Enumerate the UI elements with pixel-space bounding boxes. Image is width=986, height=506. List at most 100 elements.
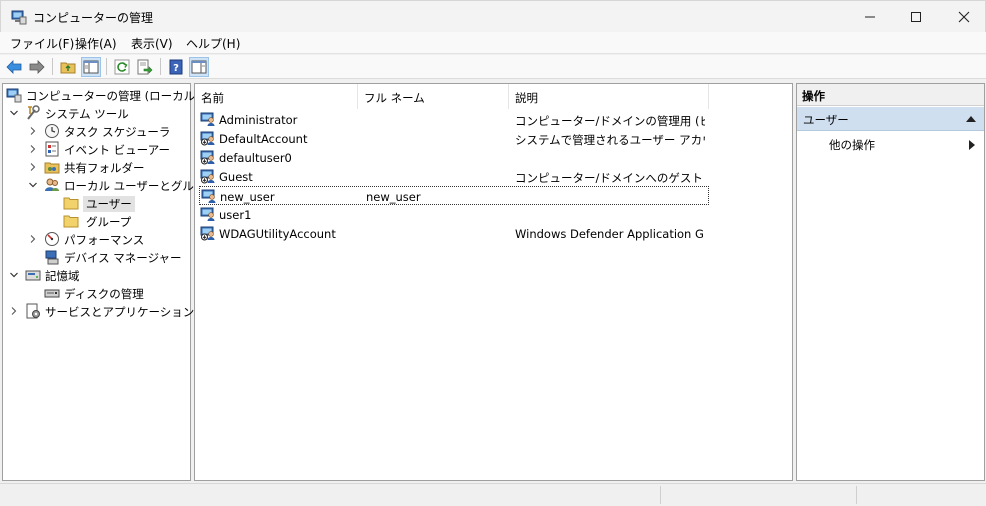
show-hide-tree-icon — [83, 60, 99, 74]
services-icon — [26, 303, 40, 319]
status-segment — [856, 486, 986, 504]
cell-description: システムで管理されるユーザー アカウン… — [515, 133, 705, 147]
table-row[interactable]: Administrator コンピューター/ドメインの管理用 (ビルト… — [199, 110, 709, 129]
cell-name: Administrator — [219, 113, 298, 127]
tree-item-users[interactable]: ユーザー — [3, 194, 188, 212]
toolbar-separator — [160, 58, 161, 75]
computer-management-icon — [6, 88, 22, 103]
menu-action[interactable]: 操作(A) — [75, 35, 117, 52]
forward-arrow-icon — [29, 60, 45, 74]
svg-text:?: ? — [173, 63, 179, 74]
chevron-right-icon[interactable] — [9, 306, 19, 316]
computer-management-icon — [11, 10, 27, 25]
chevron-right-icon[interactable] — [28, 126, 38, 136]
tree-label: ディスクの管理 — [64, 287, 144, 301]
tree-label: グループ — [86, 215, 132, 229]
more-actions-label: 他の操作 — [829, 138, 875, 152]
submenu-arrow-icon — [969, 140, 975, 150]
cell-description: コンピューター/ドメインへのゲスト アクセ… — [515, 171, 705, 185]
table-row[interactable]: defaultuser0 — [199, 148, 709, 167]
refresh-icon — [114, 59, 130, 75]
maximize-button[interactable] — [893, 1, 939, 33]
device-manager-icon — [45, 250, 59, 265]
tree-label: 共有フォルダー — [64, 161, 145, 175]
tree-item-root[interactable]: コンピューターの管理 (ローカル) — [3, 86, 200, 104]
up-folder-button[interactable] — [58, 57, 78, 77]
user-list-view[interactable]: 名前 フル ネーム 説明 Administrator コンピューター/ドメインの管… — [194, 83, 793, 481]
tree-item-groups[interactable]: グループ — [3, 212, 188, 230]
chevron-down-icon[interactable] — [9, 270, 19, 280]
tree-label: 記憶域 — [45, 269, 80, 283]
tree-item-event-viewer[interactable]: イベント ビューアー — [3, 140, 188, 158]
menu-view[interactable]: 表示(V) — [131, 35, 173, 52]
tree-label: タスク スケジューラ — [64, 125, 171, 139]
tree-item-task-scheduler[interactable]: タスク スケジューラ — [3, 122, 188, 140]
tree-item-shared-folders[interactable]: 共有フォルダー — [3, 158, 188, 176]
chevron-down-icon[interactable] — [9, 108, 19, 118]
users-group-icon — [45, 178, 59, 191]
table-row[interactable]: Guest コンピューター/ドメインへのゲスト アクセ… — [199, 167, 709, 186]
title-bar: コンピューターの管理 — [0, 0, 986, 32]
tree-item-device-manager[interactable]: デバイス マネージャー — [3, 248, 188, 266]
forward-button[interactable] — [27, 57, 47, 77]
column-header-description[interactable]: 説明 — [509, 84, 709, 109]
user-icon — [201, 189, 216, 203]
clock-icon — [45, 124, 59, 138]
table-row[interactable]: new_user new_user — [199, 186, 709, 205]
column-header-name[interactable]: 名前 — [195, 84, 358, 109]
tree-item-services-apps[interactable]: サービスとアプリケーション — [3, 302, 194, 320]
minimize-icon — [865, 16, 875, 18]
back-button[interactable] — [4, 57, 24, 77]
tree-item-system-tools[interactable]: システム ツール — [3, 104, 188, 122]
event-viewer-icon — [45, 141, 59, 157]
show-hide-action-pane-button[interactable] — [189, 57, 209, 77]
cell-name: new_user — [220, 190, 275, 204]
help-button[interactable]: ? — [166, 57, 186, 77]
collapse-up-icon[interactable] — [966, 115, 976, 123]
tree-label: サービスとアプリケーション — [45, 305, 195, 319]
chevron-right-icon[interactable] — [28, 234, 38, 244]
cell-description: コンピューター/ドメインの管理用 (ビルト… — [515, 114, 705, 128]
actions-pane: 操作 ユーザー 他の操作 — [796, 83, 985, 481]
tree-label: コンピューターの管理 (ローカル) — [26, 89, 200, 103]
toolbar: ? — [0, 55, 986, 79]
more-actions-item[interactable]: 他の操作 — [829, 137, 875, 153]
disabled-user-icon — [200, 226, 215, 241]
back-arrow-icon — [6, 60, 22, 74]
table-row[interactable]: WDAGUtilityAccount Windows Defender Appli… — [199, 224, 709, 243]
disabled-user-icon — [200, 169, 215, 184]
chevron-down-icon[interactable] — [28, 180, 38, 190]
disabled-user-icon — [200, 150, 215, 165]
menu-bar: ファイル(F) 操作(A) 表示(V) ヘルプ(H) — [0, 32, 986, 54]
chevron-right-icon[interactable] — [28, 144, 38, 154]
disk-icon — [44, 289, 60, 298]
table-row[interactable]: DefaultAccount システムで管理されるユーザー アカウン… — [199, 129, 709, 148]
tree-label: パフォーマンス — [64, 233, 145, 247]
tree-item-disk-management[interactable]: ディスクの管理 — [3, 284, 188, 302]
disabled-user-icon — [200, 131, 215, 146]
console-tree[interactable]: コンピューターの管理 (ローカル) システム ツール タスク スケジューラ イベ… — [2, 83, 216, 481]
export-list-button[interactable] — [135, 57, 155, 77]
folder-icon — [63, 197, 79, 210]
show-hide-tree-button[interactable] — [81, 57, 101, 77]
cell-full-name: new_user — [366, 190, 421, 204]
close-button[interactable] — [941, 1, 986, 33]
menu-file[interactable]: ファイル(F) — [10, 35, 74, 52]
table-row[interactable]: user1 — [199, 205, 709, 224]
tree-label: デバイス マネージャー — [64, 251, 182, 265]
actions-group-users[interactable]: ユーザー — [797, 107, 984, 131]
tree-label: イベント ビューアー — [64, 143, 171, 157]
cell-name: DefaultAccount — [219, 132, 308, 146]
cell-description: Windows Defender Application G… — [515, 227, 705, 241]
column-header-full-name[interactable]: フル ネーム — [358, 84, 509, 109]
tree-item-storage[interactable]: 記憶域 — [3, 266, 188, 284]
toolbar-separator — [52, 58, 53, 75]
refresh-button[interactable] — [112, 57, 132, 77]
status-bar — [0, 483, 986, 506]
actions-group-label: ユーザー — [803, 113, 849, 127]
minimize-button[interactable] — [847, 1, 893, 33]
tree-item-performance[interactable]: パフォーマンス — [3, 230, 188, 248]
chevron-right-icon[interactable] — [28, 162, 38, 172]
menu-help[interactable]: ヘルプ(H) — [186, 35, 240, 52]
tree-item-local-users-groups[interactable]: ローカル ユーザーとグループ — [3, 176, 216, 194]
